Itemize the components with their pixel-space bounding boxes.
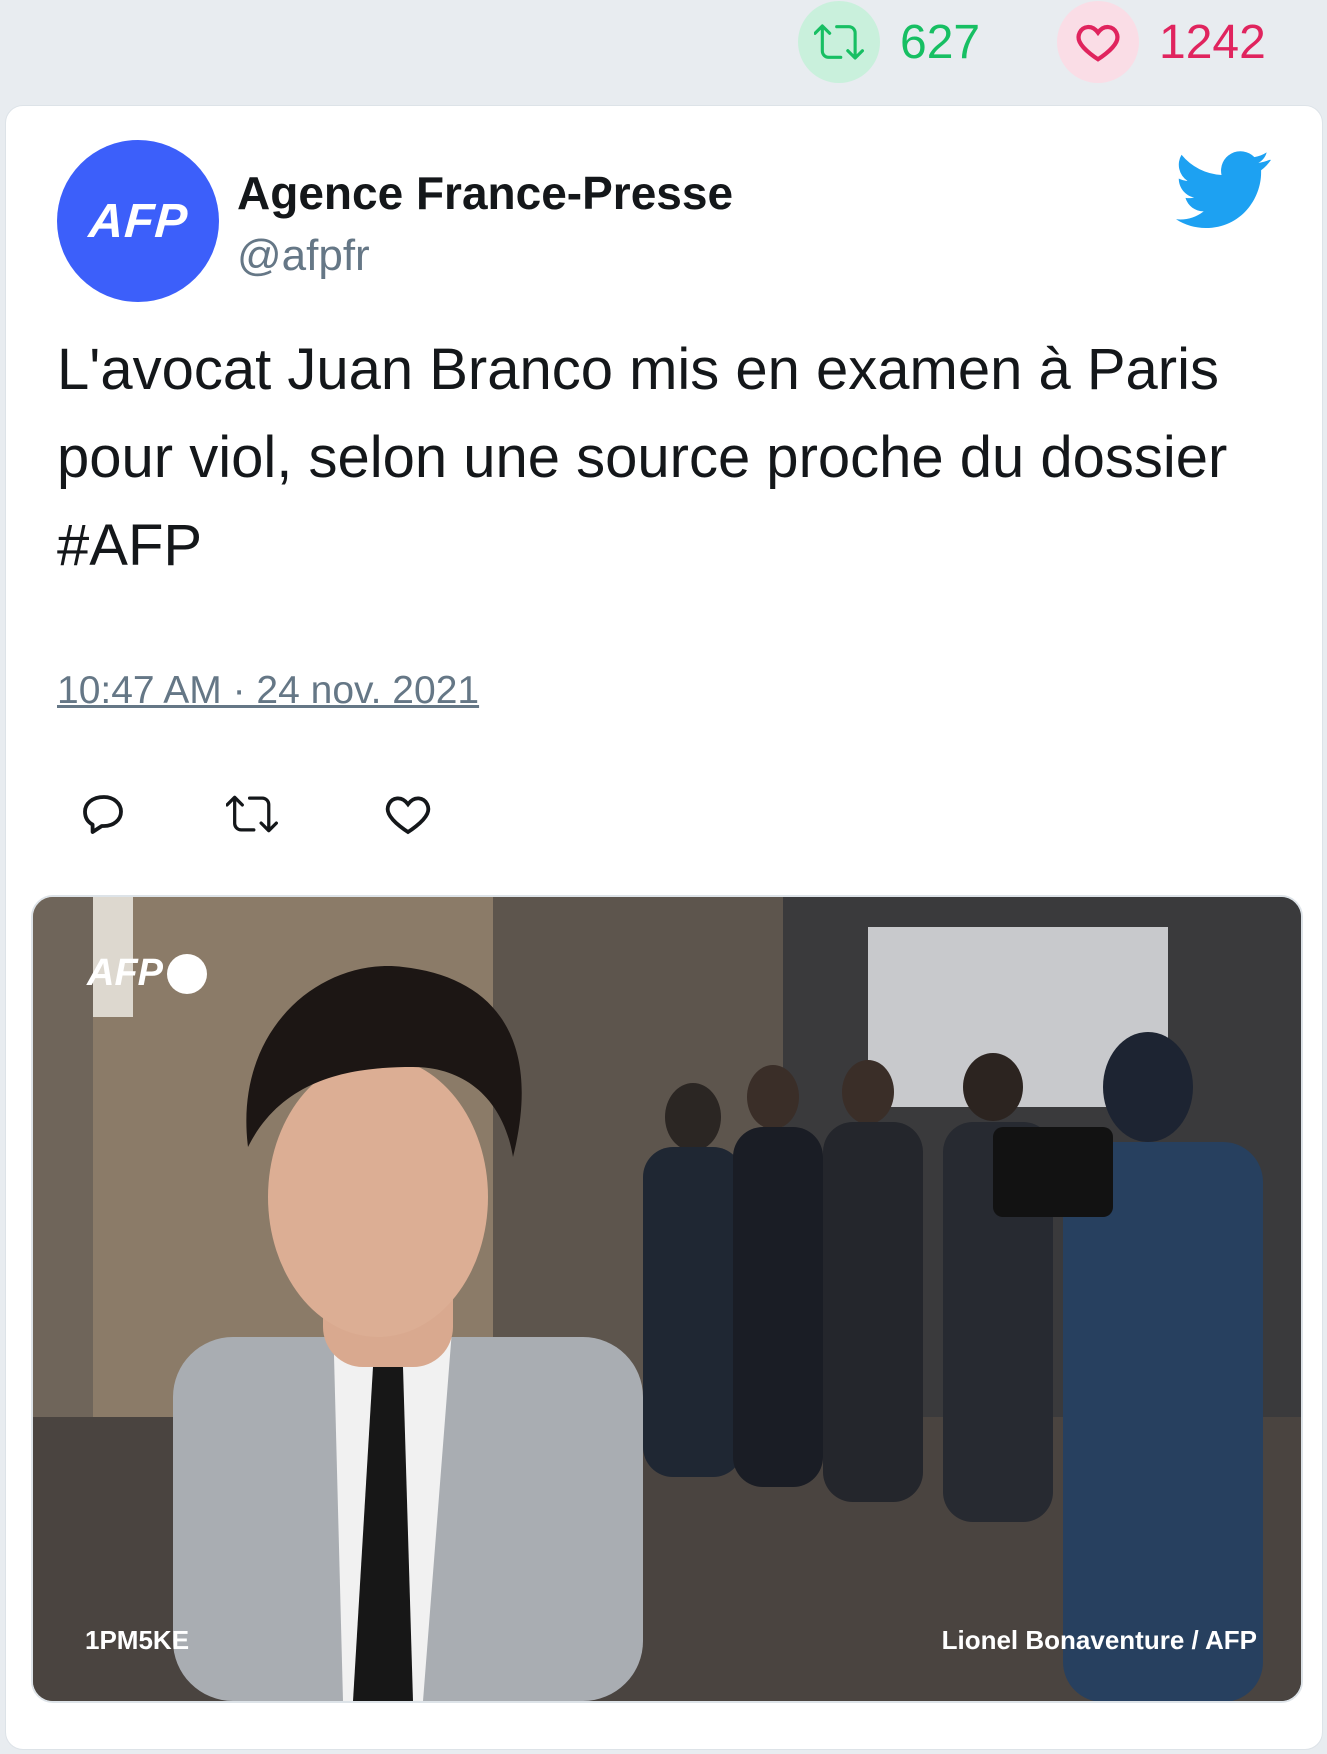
avatar-logo-text: AFP <box>86 194 190 248</box>
twitter-bird-icon[interactable] <box>1176 150 1271 235</box>
photo-scene <box>33 897 1301 1701</box>
reply-button[interactable] <box>78 788 130 840</box>
retweet-count: 627 <box>900 15 981 69</box>
avatar[interactable]: AFP <box>57 140 219 302</box>
engagement-stats: 627 1242 <box>0 0 1327 100</box>
tweet-timestamp[interactable]: 10:47 AM · 24 nov. 2021 <box>57 669 479 713</box>
retweet-button[interactable] <box>226 788 278 840</box>
retweet-icon <box>798 1 880 83</box>
tweet-photo[interactable]: AFP 1PM5KE Lionel Bonaventure / AFP <box>31 895 1303 1703</box>
reply-icon <box>83 795 123 834</box>
afp-watermark: AFP <box>87 952 207 995</box>
tweet-card: AFP Agence France-Presse @afpfr L'avocat… <box>5 105 1323 1750</box>
author-name[interactable]: Agence France-Presse <box>237 166 733 220</box>
retweet-stat[interactable]: 627 <box>798 1 980 83</box>
author-handle[interactable]: @afpfr <box>237 231 370 281</box>
like-count: 1242 <box>1159 15 1266 69</box>
tweet-text: L'avocat Juan Branco mis en examen à Par… <box>57 337 1228 578</box>
watermark-dot <box>167 953 207 994</box>
retweet-icon <box>226 795 278 833</box>
photo-code: 1PM5KE <box>85 1625 190 1655</box>
photo-credit: Lionel Bonaventure / AFP <box>941 1625 1257 1655</box>
heart-icon <box>385 796 431 835</box>
like-stat[interactable]: 1242 <box>1057 1 1266 83</box>
heart-icon <box>1057 1 1139 83</box>
like-button[interactable] <box>382 788 434 840</box>
watermark-text: AFP <box>87 952 163 994</box>
